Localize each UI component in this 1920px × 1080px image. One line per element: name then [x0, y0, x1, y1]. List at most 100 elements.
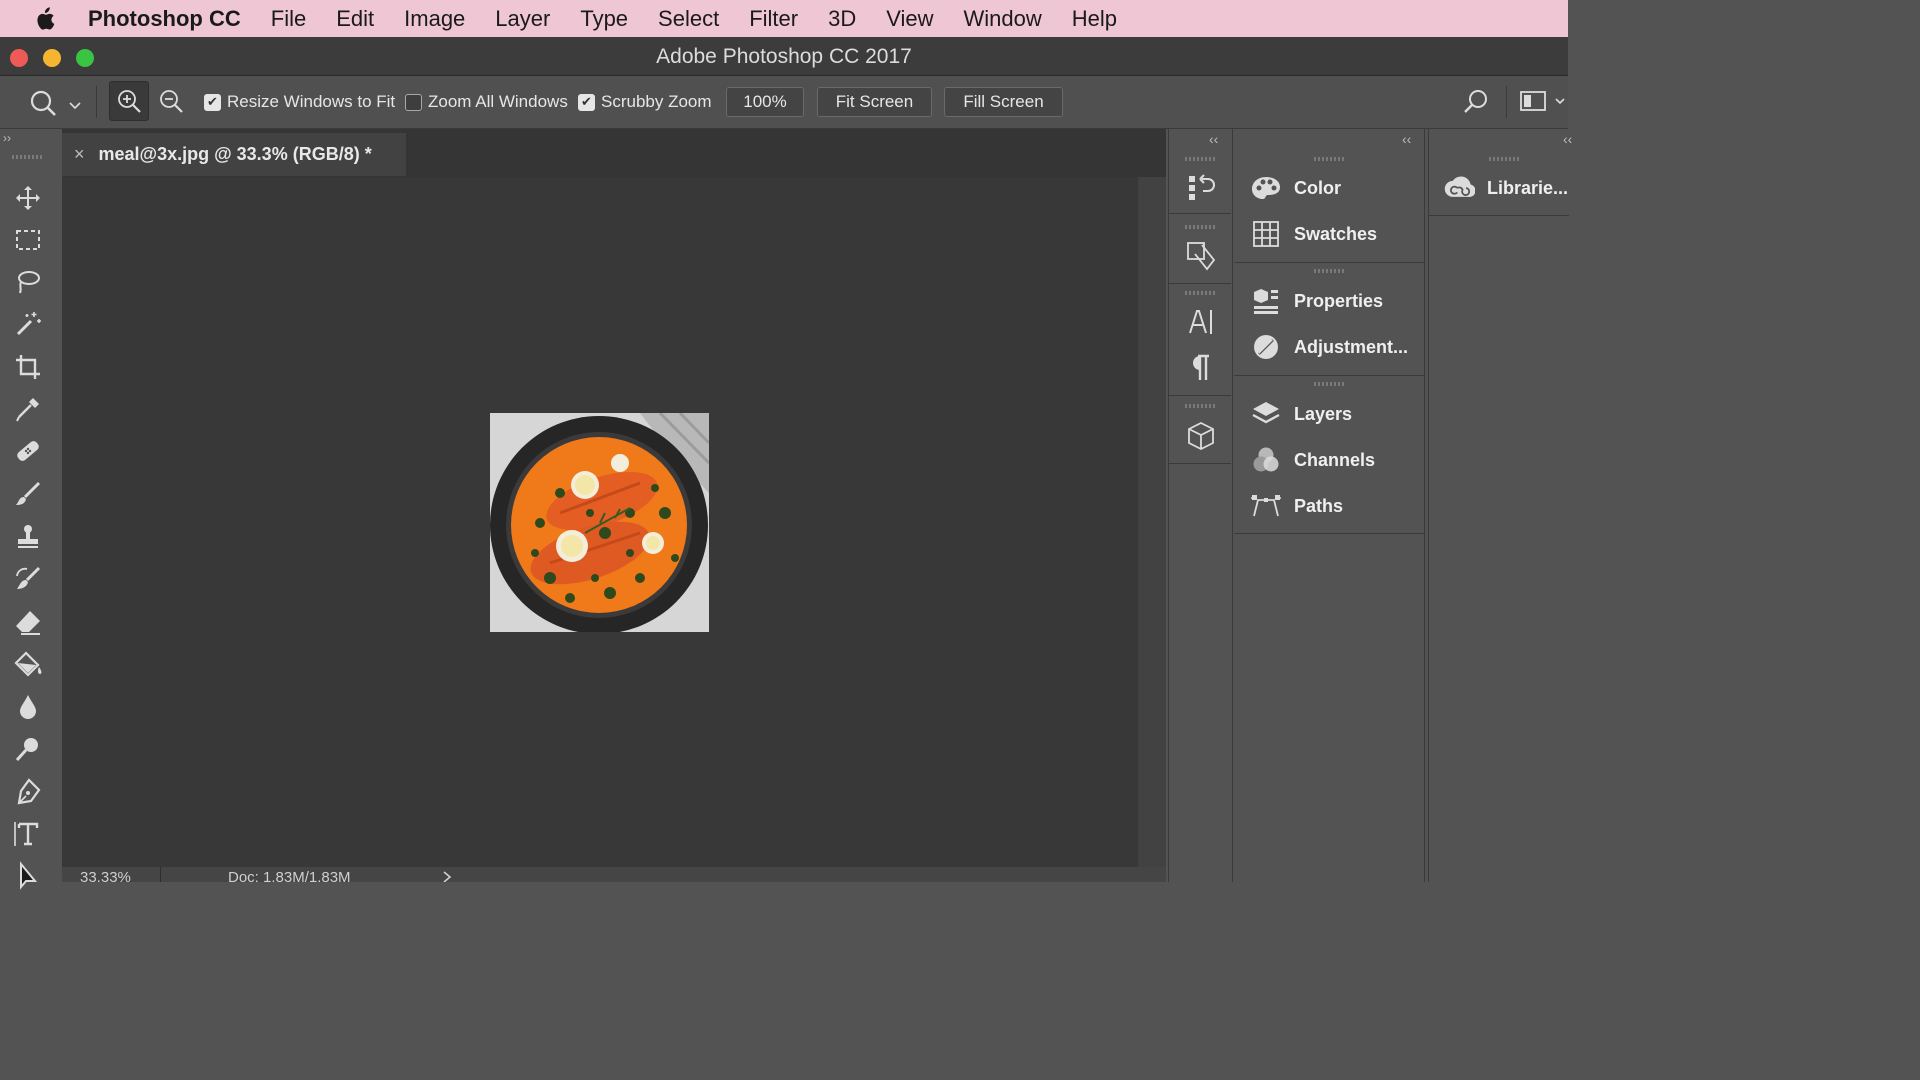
panel-grip[interactable]	[1185, 404, 1215, 408]
properties-panel-button[interactable]: Properties	[1234, 279, 1424, 323]
menu-type[interactable]: Type	[580, 6, 628, 32]
menu-file[interactable]: File	[271, 6, 306, 32]
collapse-dock-icon[interactable]: ‹‹	[1563, 131, 1572, 147]
panel-grip[interactable]	[1489, 157, 1519, 161]
menu-edit[interactable]: Edit	[336, 6, 374, 32]
pen-tool[interactable]	[8, 772, 48, 812]
panel-grip[interactable]	[1314, 157, 1344, 161]
panel-grip[interactable]	[1185, 291, 1215, 295]
paths-panel-button[interactable]: Paths	[1234, 484, 1424, 528]
status-bar: 33.33% Doc: 1.83M/1.83M	[62, 867, 1166, 882]
zoom-100-button[interactable]: 100%	[726, 87, 804, 117]
checkbox-box	[405, 93, 422, 111]
cube-icon	[1188, 421, 1214, 451]
eraser-icon	[16, 611, 40, 635]
chevron-right-icon[interactable]	[442, 871, 452, 882]
swatches-panel-button[interactable]: Swatches	[1234, 212, 1424, 256]
search-icon	[1464, 90, 1487, 113]
title-bar: Adobe Photoshop CC 2017	[0, 37, 1568, 76]
paragraph-panel-button[interactable]	[1183, 350, 1219, 386]
menu-image[interactable]: Image	[404, 6, 465, 32]
color-panel-label: Color	[1294, 177, 1341, 198]
scrubby-zoom-label: Scrubby Zoom	[601, 92, 712, 111]
collapse-dock-icon[interactable]: ‹‹	[1209, 131, 1218, 147]
menu-window[interactable]: Window	[964, 6, 1042, 32]
fit-screen-button[interactable]: Fit Screen	[817, 87, 932, 117]
search-button[interactable]	[1462, 88, 1490, 116]
menu-help[interactable]: Help	[1072, 6, 1117, 32]
history-panel-button[interactable]	[1183, 170, 1219, 206]
history-icon	[1189, 174, 1215, 200]
move-icon	[16, 186, 40, 210]
brush-tool[interactable]	[8, 474, 48, 514]
zoom-out-mode-button[interactable]	[158, 88, 184, 114]
crop-tool[interactable]	[8, 347, 48, 387]
document-image[interactable]	[490, 413, 709, 632]
chevron-down-icon	[1555, 98, 1565, 105]
type-icon	[14, 822, 39, 846]
eraser-tool[interactable]	[8, 602, 48, 642]
dodge-tool[interactable]	[8, 729, 48, 769]
close-tab-icon[interactable]: ×	[74, 144, 85, 165]
tool-preset-picker[interactable]	[28, 88, 82, 118]
swatches-grid-icon	[1250, 218, 1282, 250]
layers-panel-label: Layers	[1294, 403, 1353, 424]
type-tool[interactable]	[8, 814, 48, 854]
libraries-panel-label: Librarie...	[1487, 177, 1569, 198]
clone-stamp-tool[interactable]	[8, 516, 48, 556]
stamp-icon	[18, 525, 38, 548]
menu-3d[interactable]: 3D	[828, 6, 856, 32]
panel-grip[interactable]	[1185, 157, 1215, 161]
libraries-panel-button[interactable]: Librarie...	[1429, 166, 1569, 210]
layers-panel-button[interactable]: Layers	[1234, 392, 1424, 436]
lasso-icon	[18, 271, 40, 294]
panel-grip[interactable]	[1314, 382, 1344, 386]
adjustments-panel-button[interactable]: Adjustment...	[1234, 325, 1424, 369]
menu-filter[interactable]: Filter	[749, 6, 798, 32]
apple-icon[interactable]	[0, 6, 88, 31]
lasso-tool[interactable]	[8, 262, 48, 302]
rotate-shape-icon	[1187, 242, 1216, 271]
eyedropper-tool[interactable]	[8, 389, 48, 429]
transform-panel-button[interactable]	[1183, 238, 1219, 274]
blur-tool[interactable]	[8, 687, 48, 727]
document-tab[interactable]: × meal@3x.jpg @ 33.3% (RGB/8) *	[62, 133, 406, 176]
panel-grip[interactable]	[12, 155, 42, 159]
app-name-menu[interactable]: Photoshop CC	[88, 6, 241, 32]
fill-screen-button[interactable]: Fill Screen	[944, 87, 1063, 117]
marquee-tool[interactable]	[8, 220, 48, 260]
color-panel-button[interactable]: Color	[1234, 166, 1424, 210]
healing-brush-tool[interactable]	[8, 431, 48, 471]
panel-grip[interactable]	[1314, 269, 1344, 273]
status-zoom[interactable]: 33.33%	[80, 869, 131, 882]
chevron-down-icon	[69, 102, 81, 110]
paint-bucket-tool[interactable]	[8, 644, 48, 684]
vertical-scrollbar[interactable]	[1138, 177, 1166, 867]
scrubby-zoom-checkbox[interactable]: ✔ Scrubby Zoom	[578, 92, 712, 112]
menu-select[interactable]: Select	[658, 6, 719, 32]
adjustments-panel-label: Adjustment...	[1294, 336, 1409, 357]
3d-panel-button[interactable]	[1183, 418, 1219, 454]
zoom-all-windows-checkbox[interactable]: Zoom All Windows	[405, 92, 568, 112]
crop-icon	[16, 355, 40, 379]
character-panel-button[interactable]	[1183, 304, 1219, 340]
move-tool[interactable]	[8, 178, 48, 218]
paths-icon	[1250, 490, 1282, 522]
status-doc-size: Doc: 1.83M/1.83M	[228, 869, 351, 882]
checkmark-icon: ✔	[204, 93, 221, 111]
menu-view[interactable]: View	[886, 6, 933, 32]
channels-panel-button[interactable]: Channels	[1234, 438, 1424, 482]
collapse-dock-icon[interactable]: ‹‹	[1402, 131, 1411, 147]
menu-layer[interactable]: Layer	[495, 6, 550, 32]
history-brush-tool[interactable]	[8, 559, 48, 599]
magic-wand-tool[interactable]	[8, 304, 48, 344]
workspace-switcher[interactable]	[1520, 90, 1566, 112]
window-title: Adobe Photoshop CC 2017	[656, 45, 912, 68]
workspace-icon	[1520, 91, 1546, 111]
expand-toolbar-icon[interactable]: ››	[3, 131, 11, 145]
resize-windows-checkbox[interactable]: ✔ Resize Windows to Fit	[204, 92, 395, 112]
panel-grip[interactable]	[1185, 225, 1215, 229]
channels-panel-label: Channels	[1294, 449, 1376, 470]
path-selection-tool[interactable]	[8, 856, 48, 896]
zoom-in-mode-button[interactable]	[109, 81, 149, 121]
